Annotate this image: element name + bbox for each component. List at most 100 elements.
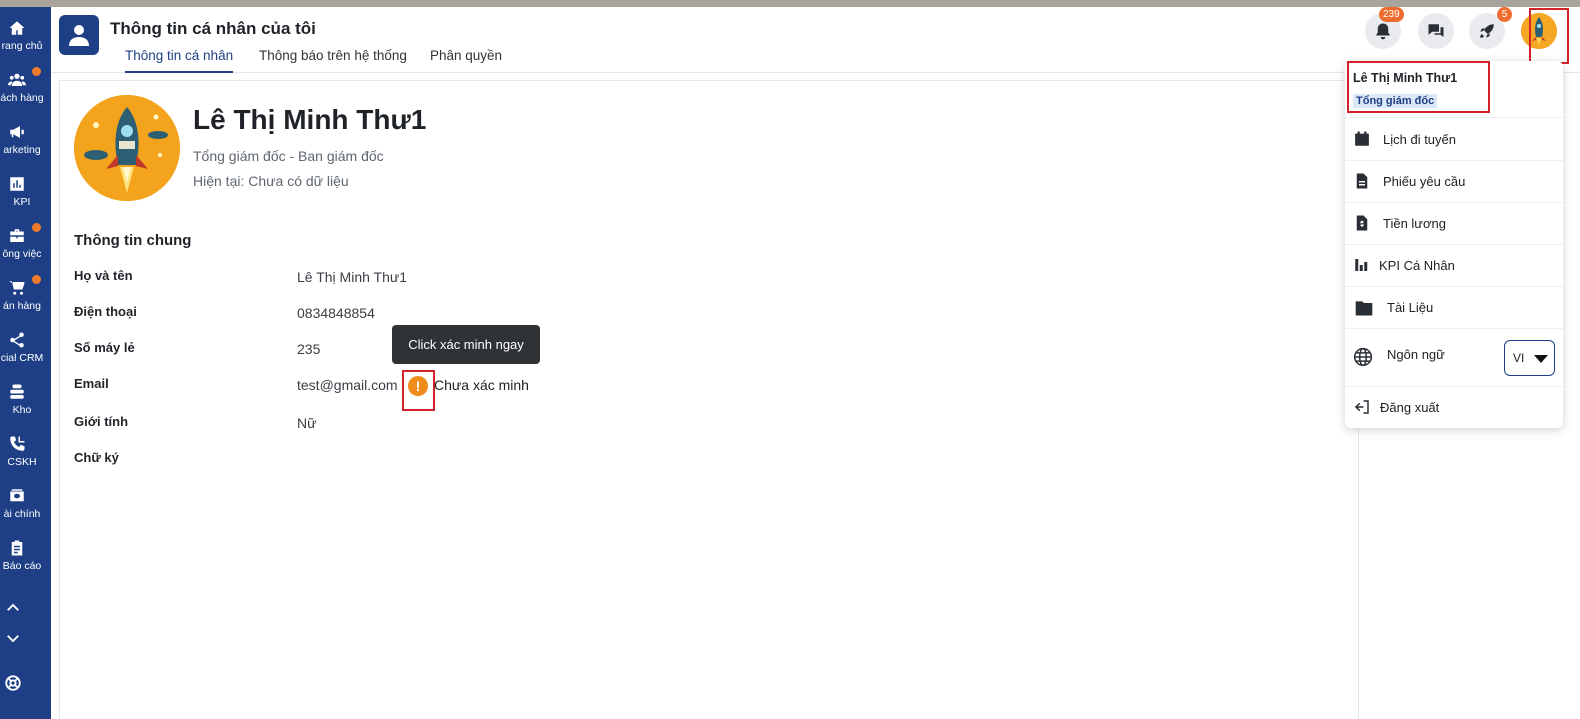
warehouse-icon [10,384,24,399]
dropdown-user-highlight [1347,61,1490,113]
briefcase-icon [10,229,24,242]
sidebar-item-label: rang chủ [1,40,43,52]
field-label-fullname: Họ và tên [74,268,133,283]
sidebar-item-label: ài chính [3,508,41,520]
chevron-down-icon [7,635,19,643]
menu-item-request-form[interactable]: Phiếu yêu cầu [1345,160,1563,202]
menu-item-label: Ngôn ngữ [1387,347,1445,362]
tab-personal-info[interactable]: Thông tin cá nhân [125,48,234,73]
tab-permissions[interactable]: Phân quyền [430,48,502,73]
share-icon [10,332,24,348]
section-title-general: Thông tin chung [74,232,192,249]
bell-icon [1376,23,1390,40]
sidebar-item-customers[interactable]: ách hàng [0,65,51,115]
menu-item-logout[interactable]: Đăng xuất [1345,386,1563,428]
language-select[interactable]: VI [1504,340,1555,376]
rocket-icon [1480,24,1494,38]
scroll-down-button[interactable] [4,629,28,651]
menu-item-label: Tiền lương [1383,216,1446,231]
notification-dot [32,223,41,232]
chevron-up-icon [7,603,19,611]
phone-icon [10,436,25,451]
avatar-highlight [1529,8,1569,64]
home-icon [9,21,25,35]
chart-icon [10,177,24,191]
globe-icon [1353,347,1373,367]
megaphone-icon [10,126,24,138]
verify-email-highlight [402,370,435,411]
menu-item-documents[interactable]: Tài Liệu [1345,286,1563,328]
salary-icon [1356,215,1368,231]
calendar-icon [1355,131,1369,146]
field-label-gender: Giới tính [74,414,129,429]
top-strip [0,0,1580,7]
cart-icon [8,281,25,295]
sidebar-item-social-crm[interactable]: cial CRM [0,325,51,375]
sidebar-item-reports[interactable]: Báo cáo [0,533,51,583]
logout-icon [1354,400,1369,414]
page-title: Thông tin cá nhân của tôi [110,19,316,38]
verify-tooltip: Click xác minh ngay [392,325,540,364]
sidebar-item-warehouse[interactable]: Kho [0,377,51,427]
menu-item-label: Đăng xuất [1380,400,1440,415]
sidebar-item-label: ách hàng [0,92,44,104]
sidebar-item-marketing[interactable]: arketing [0,117,51,167]
field-value-gender: Nữ [297,415,317,431]
notification-dot [32,67,41,76]
rocket-count-badge: 5 [1497,7,1512,22]
sidebar-item-label: cial CRM [0,352,44,364]
field-value-extension: 235 [297,341,321,357]
rocket-button[interactable]: 5 [1469,7,1512,49]
chat-button[interactable] [1418,13,1454,49]
sidebar-item-label: án hàng [3,300,41,312]
folder-icon [1355,301,1373,316]
profile-role: Tổng giám đốc - Ban giám đốc [193,148,384,164]
lifebuoy-icon [5,675,21,691]
menu-item-route-schedule[interactable]: Lịch đi tuyến [1345,118,1563,160]
sidebar-item-customer-care[interactable]: CSKH [0,429,51,479]
tab-system-notifications[interactable]: Thông báo trên hệ thống [259,48,407,73]
notification-count-badge: 239 [1379,7,1404,22]
field-label-phone: Điện thoại [74,304,137,319]
support-button[interactable] [4,674,28,696]
sidebar-item-label: ông việc [2,248,42,260]
field-label-email: Email [74,376,109,391]
email-status-text: Chưa xác minh [434,377,529,393]
sidebar-item-tasks[interactable]: ông việc [0,221,51,271]
field-label-signature: Chữ ký [74,450,119,465]
chat-icon [1428,24,1444,37]
profile-rocket-image [74,95,180,201]
sidebar: rang chủ ách hàng arketing KPI ông việc … [0,7,51,719]
notification-dot [32,275,41,284]
field-value-phone: 0834848854 [297,305,375,321]
sidebar-item-label: Kho [12,404,32,416]
user-icon [69,25,89,46]
language-select-value: VI [1513,351,1525,365]
menu-item-label: KPI Cá Nhân [1379,258,1455,273]
menu-item-label: Phiếu yêu cầu [1383,174,1466,189]
caret-down-icon [1534,355,1548,363]
finance-icon [10,489,24,502]
page-header-icon [59,15,99,55]
customers-icon [8,73,26,86]
field-value-fullname: Lê Thị Minh Thư1 [297,269,408,285]
profile-avatar [74,95,180,201]
profile-current-status: Hiện tại: Chưa có dữ liệu [193,173,349,189]
profile-name: Lê Thị Minh Thư1 [193,104,427,135]
sidebar-item-sales[interactable]: án hàng [0,273,51,323]
document-icon [1356,173,1368,189]
sidebar-item-home[interactable]: rang chủ [0,13,51,63]
dropdown-divider [1345,328,1563,329]
field-label-extension: Số máy lẻ [74,340,135,355]
menu-item-label: Lịch đi tuyến [1383,132,1456,147]
sidebar-item-label: Báo cáo [2,560,42,572]
field-value-email: test@gmail.com [297,377,398,393]
sidebar-item-finance[interactable]: ài chính [0,481,51,531]
sidebar-item-kpi[interactable]: KPI [0,169,51,219]
kpi-icon [1355,259,1368,271]
menu-item-salary[interactable]: Tiền lương [1345,202,1563,244]
menu-item-personal-kpi[interactable]: KPI Cá Nhân [1345,244,1563,286]
scroll-up-button[interactable] [4,599,28,621]
notifications-button[interactable]: 239 [1365,7,1404,49]
sidebar-item-label: CSKH [7,456,37,468]
